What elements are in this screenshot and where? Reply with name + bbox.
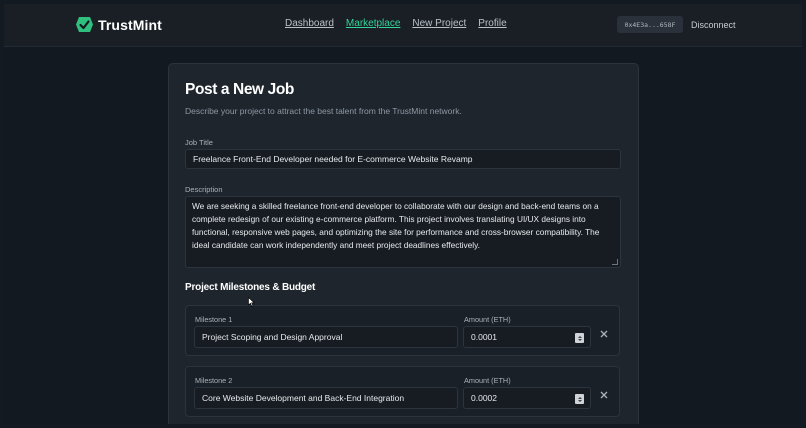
milestone-name-value: Project Scoping and Design Approval: [202, 332, 343, 342]
top-navigation-bar: TrustMint Dashboard Marketplace New Proj…: [4, 4, 802, 47]
resize-handle[interactable]: [612, 259, 618, 265]
main-nav: Dashboard Marketplace New Project Profil…: [285, 18, 507, 29]
milestone-amount-value: 0.0001: [471, 332, 497, 342]
milestone-name-value: Core Website Development and Back-End In…: [202, 393, 405, 403]
disconnect-button[interactable]: Disconnect: [691, 20, 736, 30]
remove-milestone-button[interactable]: [600, 390, 608, 402]
amount-label: Amount (ETH): [464, 376, 511, 385]
milestone-card-1: Milestone 1 Project Scoping and Design A…: [185, 305, 620, 356]
nav-marketplace[interactable]: Marketplace: [346, 18, 400, 29]
milestone-label: Milestone 1: [195, 315, 233, 324]
page-subtitle: Describe your project to attract the bes…: [185, 106, 462, 116]
amount-label: Amount (ETH): [464, 315, 511, 324]
page-title: Post a New Job: [185, 81, 294, 98]
trustmint-logo-icon: [76, 17, 93, 32]
milestone-card-2: Milestone 2 Core Website Development and…: [185, 366, 620, 417]
milestone-amount-input[interactable]: 0.0002: [463, 387, 591, 409]
milestone-label: Milestone 2: [195, 376, 233, 385]
milestone-name-input[interactable]: Project Scoping and Design Approval: [194, 326, 458, 348]
job-title-value: Freelance Front-End Developer needed for…: [193, 154, 473, 164]
app-window: TrustMint Dashboard Marketplace New Proj…: [4, 4, 802, 424]
remove-milestone-button[interactable]: [600, 329, 608, 341]
close-icon: [600, 391, 608, 399]
nav-new-project[interactable]: New Project: [412, 18, 466, 29]
description-label: Description: [185, 185, 223, 194]
nav-profile[interactable]: Profile: [478, 18, 506, 29]
milestone-name-input[interactable]: Core Website Development and Back-End In…: [194, 387, 458, 409]
brand-name: TrustMint: [98, 16, 162, 33]
close-icon: [600, 330, 608, 338]
job-title-label: Job Title: [185, 138, 213, 147]
milestone-amount-input[interactable]: 0.0001: [463, 326, 591, 348]
milestones-heading: Project Milestones & Budget: [185, 282, 316, 293]
wallet-address-badge[interactable]: 0x4E3a...658F: [617, 16, 683, 33]
brand-logo[interactable]: TrustMint: [75, 16, 162, 33]
number-stepper-icon[interactable]: [575, 394, 584, 404]
job-title-input[interactable]: Freelance Front-End Developer needed for…: [185, 149, 621, 169]
nav-dashboard[interactable]: Dashboard: [285, 18, 334, 29]
number-stepper-icon[interactable]: [575, 333, 584, 343]
description-value: We are seeking a skilled freelance front…: [192, 201, 600, 250]
post-job-form: Post a New Job Describe your project to …: [168, 63, 639, 424]
mouse-pointer-icon: [248, 297, 255, 307]
milestone-amount-value: 0.0002: [471, 393, 497, 403]
description-textarea[interactable]: We are seeking a skilled freelance front…: [185, 196, 621, 268]
